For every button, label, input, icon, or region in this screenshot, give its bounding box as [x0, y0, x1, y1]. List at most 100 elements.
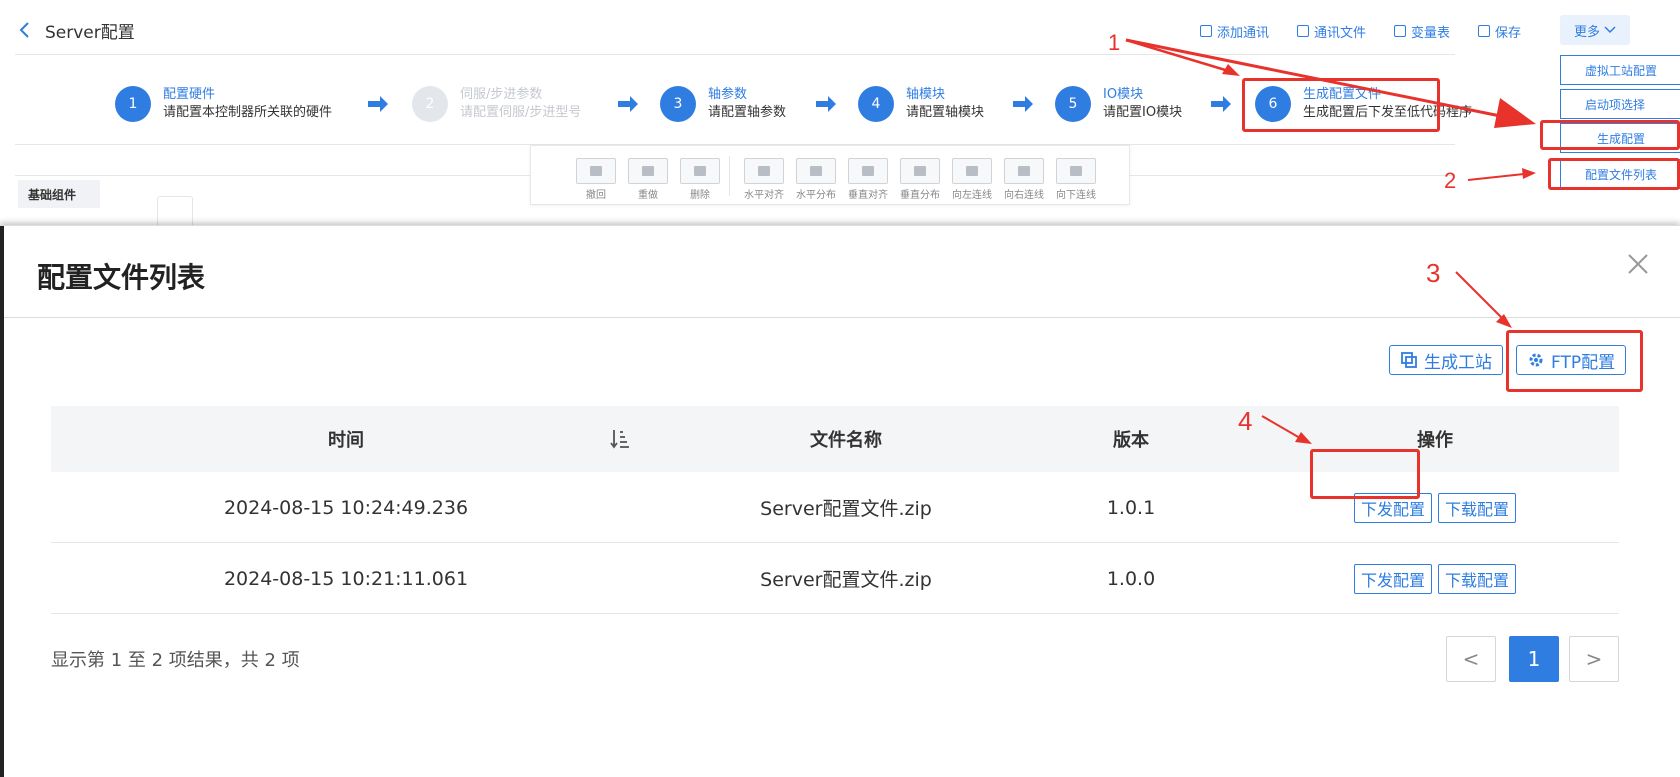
more-button[interactable]: 更多	[1560, 15, 1630, 45]
dialog-title: 配置文件列表	[37, 261, 206, 294]
redo-icon	[628, 158, 668, 184]
close-icon[interactable]	[1625, 251, 1651, 277]
annotation-number-3: 3	[1426, 258, 1441, 288]
step-subtitle: 请配置本控制器所关联的硬件	[163, 105, 333, 120]
step-number: 5	[1055, 86, 1091, 122]
document-icon	[1394, 25, 1407, 37]
step-number: 3	[660, 86, 696, 122]
basic-components-tab[interactable]: 基础组件	[18, 180, 100, 208]
download-config-button[interactable]: 下载配置	[1438, 492, 1517, 523]
distribute-vertical-button[interactable]: 垂直分布	[899, 158, 941, 201]
connect-down-icon	[1056, 158, 1096, 184]
generate-station-button[interactable]: 生成工站	[1389, 345, 1503, 375]
distribute-horizontal-icon	[796, 158, 836, 184]
step-title: IO模块	[1103, 87, 1144, 102]
distribute-vertical-icon	[900, 158, 940, 184]
pagination-summary: 显示第 1 至 2 项结果，共 2 项	[51, 650, 300, 671]
step-5[interactable]: 5 IO模块请配置IO模块	[1055, 86, 1182, 122]
redo-button[interactable]: 重做	[627, 158, 669, 201]
column-header-version: 版本	[1113, 430, 1149, 451]
table-row: 2024-08-15 10:21:11.061 Server配置文件.zip 1…	[51, 543, 1619, 614]
virtual-station-config-item[interactable]: 虚拟工站配置	[1560, 55, 1680, 85]
annotation-box-file-list	[1548, 158, 1680, 190]
config-file-list-dialog: 配置文件列表 生成工站 FTP配置 时间 文件名称 版本 操作 2024-08-…	[0, 225, 1680, 777]
arrow-right-icon	[1013, 96, 1033, 112]
file-name-cell: Server配置文件.zip	[760, 498, 932, 520]
annotation-box-ftp-config	[1506, 330, 1643, 392]
comm-file-button[interactable]: 通讯文件	[1297, 20, 1366, 42]
step-number: 1	[115, 86, 151, 122]
step-subtitle: 请配置伺服/步进型号	[460, 105, 582, 120]
align-vertical-button[interactable]: 垂直对齐	[847, 158, 889, 201]
back-arrow-icon[interactable]	[18, 18, 32, 42]
step-title: 轴参数	[708, 87, 748, 102]
actions-cell: 下发配置 下载配置	[1251, 472, 1619, 543]
pagination-next-button[interactable]: >	[1569, 636, 1619, 682]
step-subtitle: 请配置IO模块	[1103, 105, 1183, 120]
trash-icon	[680, 158, 720, 184]
step-subtitle: 请配置轴参数	[708, 105, 787, 120]
annotation-box-deploy-config	[1310, 449, 1420, 499]
connect-left-icon	[952, 158, 992, 184]
connect-down-button[interactable]: 向下连线	[1055, 158, 1097, 201]
annotation-number-1: 1	[1108, 30, 1121, 55]
connect-right-icon	[1004, 158, 1044, 184]
save-button[interactable]: 保存	[1478, 20, 1521, 42]
startup-select-item[interactable]: 启动项选择	[1560, 89, 1680, 119]
time-cell: 2024-08-15 10:24:49.236	[223, 496, 469, 519]
arrow-to-file-list-icon	[1467, 168, 1536, 181]
step-title: 伺服/步进参数	[460, 87, 543, 102]
align-horizontal-button[interactable]: 水平对齐	[743, 158, 785, 201]
undo-button[interactable]: 撤回	[575, 158, 617, 201]
file-name-cell: Server配置文件.zip	[760, 569, 932, 591]
step-number: 2	[412, 86, 448, 122]
deploy-config-button[interactable]: 下发配置	[1353, 563, 1432, 594]
column-header-time: 时间	[328, 430, 364, 451]
step-4[interactable]: 4 轴模块 请配置轴模块	[858, 86, 984, 122]
save-icon	[1478, 25, 1491, 37]
connect-left-button[interactable]: 向左连线	[951, 158, 993, 201]
align-vertical-icon	[848, 158, 888, 184]
component-card	[157, 196, 193, 226]
column-header-file-name: 文件名称	[810, 430, 882, 451]
step-1[interactable]: 1 配置硬件请配置本控制器所关联的硬件	[115, 86, 332, 122]
header-divider	[15, 54, 1455, 55]
chevron-down-icon	[1604, 26, 1616, 34]
generate-station-icon	[1401, 352, 1417, 368]
arrow-to-step6-icon	[1125, 38, 1240, 76]
config-screen: Server配置 添加通讯 通讯文件 变量表 保存 更多 1 配置硬件请配置本控…	[0, 0, 1680, 226]
sort-icon[interactable]	[609, 428, 631, 450]
arrow-to-ftp-config-icon	[1455, 271, 1512, 328]
pagination-page-1[interactable]: 1	[1509, 636, 1559, 682]
annotation-box-step6	[1242, 78, 1440, 132]
arrow-right-icon	[816, 96, 836, 112]
arrow-right-icon	[618, 96, 638, 112]
connect-right-button[interactable]: 向右连线	[1003, 158, 1045, 201]
time-cell: 2024-08-15 10:21:11.061	[223, 567, 469, 590]
distribute-horizontal-button[interactable]: 水平分布	[795, 158, 837, 201]
page-title: Server配置	[45, 23, 135, 43]
variable-table-button[interactable]: 变量表	[1394, 20, 1450, 42]
download-config-button[interactable]: 下载配置	[1438, 563, 1517, 594]
pagination-prev-button[interactable]: <	[1446, 636, 1496, 682]
align-horizontal-icon	[744, 158, 784, 184]
undo-icon	[576, 158, 616, 184]
step-3[interactable]: 3 轴参数请配置轴参数	[660, 86, 786, 122]
step-2[interactable]: 2 伺服/步进参数请配置伺服/步进型号	[412, 86, 581, 122]
annotation-number-4: 4	[1238, 406, 1253, 436]
folder-icon	[1297, 25, 1310, 37]
delete-button[interactable]: 删除	[679, 158, 721, 201]
step-number: 4	[858, 86, 894, 122]
step-title: 轴模块	[906, 87, 946, 102]
actions-cell: 下发配置 下载配置	[1251, 543, 1619, 614]
arrow-right-icon	[368, 96, 388, 112]
column-header-actions: 操作	[1417, 430, 1453, 451]
add-comm-button[interactable]: 添加通讯	[1200, 20, 1269, 42]
edit-toolbar: 撤回 重做 删除 水平对齐 水平分布 垂直对齐 垂直分布 向左连线 向右连线 向…	[530, 145, 1130, 205]
add-comm-icon	[1200, 25, 1212, 37]
top-toolbar: 添加通讯 通讯文件 变量表 保存	[1200, 20, 1549, 42]
annotation-box-generate-config	[1540, 120, 1680, 150]
toolbar-separator	[729, 156, 730, 196]
annotation-number-2: 2	[1444, 168, 1457, 193]
step-title: 配置硬件	[163, 87, 216, 102]
